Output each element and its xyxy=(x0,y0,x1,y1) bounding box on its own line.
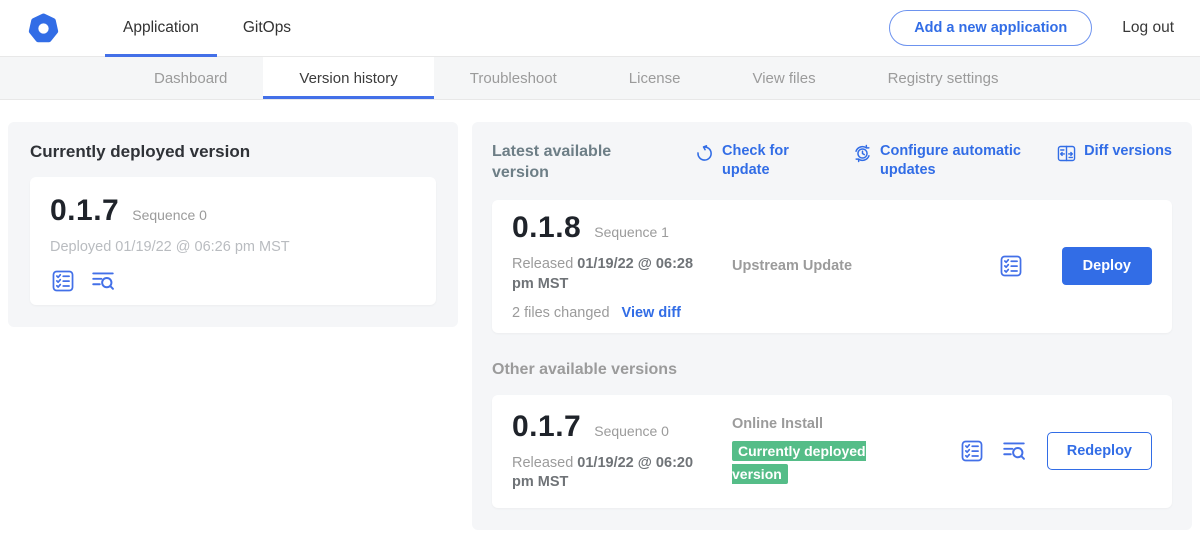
topnav-spacer xyxy=(313,0,889,56)
currently-deployed-panel: Currently deployed version 0.1.7 Sequenc… xyxy=(8,122,458,327)
deployed-version-number: 0.1.7 xyxy=(50,194,119,228)
tab-license[interactable]: License xyxy=(593,57,717,99)
latest-released-timestamp: Released 01/19/22 @ 06:28 pm MST xyxy=(512,255,717,294)
other-sequence-label: Sequence 0 xyxy=(594,423,669,439)
deploy-button[interactable]: Deploy xyxy=(1062,247,1152,285)
logout-link[interactable]: Log out xyxy=(1122,19,1174,37)
available-versions-panel: Latest available version Check for updat… xyxy=(472,122,1192,530)
other-version-number: 0.1.7 xyxy=(512,410,581,444)
diff-icon xyxy=(1056,143,1077,164)
view-logs-icon[interactable] xyxy=(90,268,116,294)
latest-available-title: Latest available version xyxy=(492,142,620,184)
tab-registry-settings-label: Registry settings xyxy=(888,70,999,87)
check-for-update-label: Check for update xyxy=(722,142,794,180)
clock-refresh-icon xyxy=(852,143,873,164)
tab-dashboard-label: Dashboard xyxy=(154,70,227,87)
configure-automatic-updates-button[interactable]: Configure automatic updates xyxy=(852,142,1040,180)
add-application-button[interactable]: Add a new application xyxy=(889,10,1092,46)
other-versions-title: Other available versions xyxy=(492,361,1172,379)
deployed-panel-title: Currently deployed version xyxy=(30,142,436,162)
preflight-checklist-icon[interactable] xyxy=(998,253,1024,279)
preflight-checklist-icon[interactable] xyxy=(50,268,76,294)
tab-gitops[interactable]: GitOps xyxy=(221,0,313,56)
tab-troubleshoot[interactable]: Troubleshoot xyxy=(434,57,593,99)
heptagon-logo-icon xyxy=(28,13,59,44)
tab-version-history[interactable]: Version history xyxy=(263,57,433,99)
deployed-version-card: 0.1.7 Sequence 0 Deployed 01/19/22 @ 06:… xyxy=(30,177,436,305)
top-nav: Application GitOps Add a new application… xyxy=(0,0,1200,57)
diff-versions-button[interactable]: Diff versions xyxy=(1056,142,1172,164)
redeploy-button[interactable]: Redeploy xyxy=(1047,432,1152,470)
tab-registry-settings[interactable]: Registry settings xyxy=(852,57,1035,99)
view-diff-link[interactable]: View diff xyxy=(622,305,681,321)
app-logo[interactable] xyxy=(28,0,59,56)
files-changed-label: 2 files changed xyxy=(512,305,610,321)
other-released-timestamp: Released 01/19/22 @ 06:20 pm MST xyxy=(512,454,717,493)
check-for-update-button[interactable]: Check for update xyxy=(694,142,794,180)
preflight-checklist-icon[interactable] xyxy=(959,438,985,464)
tab-application-label: Application xyxy=(123,19,199,37)
other-version-card: 0.1.7 Sequence 0 Released 01/19/22 @ 06:… xyxy=(492,395,1172,508)
latest-version-number: 0.1.8 xyxy=(512,211,581,245)
tab-version-history-label: Version history xyxy=(299,70,397,87)
tab-view-files-label: View files xyxy=(752,70,815,87)
latest-version-source: Upstream Update xyxy=(732,258,998,274)
tab-view-files[interactable]: View files xyxy=(716,57,851,99)
app-sub-nav: Dashboard Version history Troubleshoot L… xyxy=(0,57,1200,100)
configure-automatic-updates-label: Configure automatic updates xyxy=(880,142,1040,180)
tab-troubleshoot-label: Troubleshoot xyxy=(470,70,557,87)
refresh-icon xyxy=(694,143,715,164)
other-version-source: Online Install xyxy=(732,416,959,432)
deployed-timestamp: Deployed 01/19/22 @ 06:26 pm MST xyxy=(50,239,416,255)
diff-versions-label: Diff versions xyxy=(1084,142,1172,161)
deployed-sequence-label: Sequence 0 xyxy=(132,207,207,223)
view-logs-icon[interactable] xyxy=(1001,438,1027,464)
currently-deployed-badge: Currently deployed version xyxy=(732,441,866,483)
main-content: Currently deployed version 0.1.7 Sequenc… xyxy=(0,100,1200,536)
tab-gitops-label: GitOps xyxy=(243,19,291,37)
tab-application[interactable]: Application xyxy=(101,0,221,56)
tab-dashboard[interactable]: Dashboard xyxy=(118,57,263,99)
tab-license-label: License xyxy=(629,70,681,87)
latest-sequence-label: Sequence 1 xyxy=(594,224,669,240)
latest-version-card: 0.1.8 Sequence 1 Released 01/19/22 @ 06:… xyxy=(492,200,1172,333)
